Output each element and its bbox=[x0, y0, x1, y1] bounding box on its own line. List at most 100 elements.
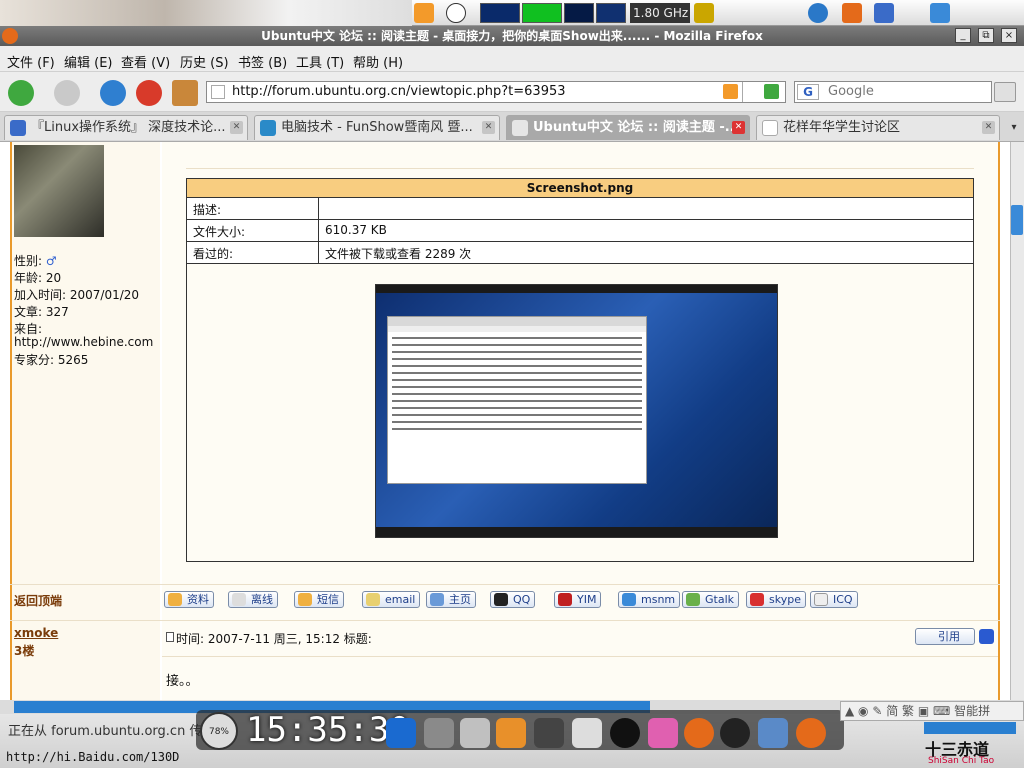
text-line bbox=[392, 372, 642, 374]
trash-icon[interactable] bbox=[460, 718, 490, 748]
tab-funshow[interactable]: 电脑技术 - FunShow暨南风 暨... ✕ bbox=[254, 115, 500, 140]
message-icon bbox=[298, 593, 312, 606]
forward-icon[interactable] bbox=[54, 80, 80, 106]
input-method-bar[interactable]: ▲ ◉ ✎ 简 繁 ▣ ⌨ 智能拼 bbox=[840, 701, 1024, 721]
attachment-row: 文件大小: 610.37 KB bbox=[186, 220, 974, 242]
msn-button[interactable]: msnm bbox=[618, 591, 681, 608]
menu-bookmarks[interactable]: 书签 (B) bbox=[238, 52, 287, 71]
tab-label: 『Linux操作系统』 深度技术论... bbox=[31, 120, 226, 135]
button-label: 离线 bbox=[251, 593, 273, 606]
homepage-button[interactable]: 主页 bbox=[426, 591, 476, 608]
skype-button[interactable]: skype bbox=[746, 591, 806, 608]
page-icon bbox=[762, 120, 778, 136]
paint-icon[interactable] bbox=[648, 718, 678, 748]
desktop-switcher-icon[interactable] bbox=[930, 3, 950, 23]
load-monitor[interactable] bbox=[596, 3, 626, 23]
firefox-icon[interactable] bbox=[684, 718, 714, 748]
close-button[interactable]: × bbox=[1001, 28, 1017, 43]
tab-close-icon[interactable]: ✕ bbox=[982, 121, 995, 134]
text-line bbox=[392, 379, 642, 381]
site-icon bbox=[260, 120, 276, 136]
settings-icon[interactable] bbox=[496, 718, 526, 748]
skype-icon bbox=[750, 593, 764, 606]
rss-icon[interactable] bbox=[723, 84, 738, 99]
text-line bbox=[392, 414, 642, 416]
vertical-scroll-thumb[interactable] bbox=[1011, 205, 1023, 235]
qq-button[interactable]: QQ bbox=[490, 591, 536, 608]
amarok-icon[interactable] bbox=[610, 718, 640, 748]
text-line bbox=[392, 421, 642, 423]
tab-linux-forum[interactable]: 『Linux操作系统』 深度技术论... ✕ bbox=[4, 115, 248, 140]
gtalk-button[interactable]: Gtalk bbox=[682, 591, 740, 608]
divider bbox=[10, 584, 1000, 585]
battery-icon[interactable] bbox=[694, 3, 714, 23]
minimize-button[interactable]: _ bbox=[955, 28, 971, 43]
tab-close-icon[interactable]: ✕ bbox=[230, 121, 243, 134]
profile-joined: 加入时间: 2007/01/20 bbox=[14, 288, 140, 302]
memory-monitor[interactable] bbox=[522, 3, 562, 23]
goldfish-icon[interactable] bbox=[414, 3, 434, 23]
stop-icon[interactable] bbox=[136, 80, 162, 106]
qq-penguin-icon[interactable] bbox=[720, 718, 750, 748]
speaker-icon[interactable] bbox=[424, 718, 454, 748]
menu-file[interactable]: 文件 (F) bbox=[7, 52, 55, 71]
menu-history[interactable]: 历史 (S) bbox=[180, 52, 229, 71]
firefox-icon[interactable] bbox=[796, 718, 826, 748]
tab-close-icon[interactable]: ✕ bbox=[732, 121, 745, 134]
menu-view[interactable]: 查看 (V) bbox=[121, 52, 170, 71]
cpu-monitor[interactable] bbox=[564, 3, 594, 23]
panel-wallpaper-photo bbox=[0, 0, 412, 26]
menu-edit[interactable]: 编辑 (E) bbox=[64, 52, 113, 71]
post-options-icon[interactable] bbox=[979, 629, 994, 644]
search-input[interactable] bbox=[794, 81, 992, 103]
offline-button[interactable]: 离线 bbox=[228, 591, 278, 608]
url-text[interactable]: http://forum.ubuntu.org.cn/viewtopic.php… bbox=[232, 84, 566, 99]
url-dropdown-icon[interactable] bbox=[742, 82, 760, 102]
firefox-icon[interactable] bbox=[842, 3, 862, 23]
post-time: 时间: 2007-7-11 周三, 15:12 标题: bbox=[176, 632, 372, 646]
attachment-row: 描述: bbox=[186, 198, 974, 220]
cpu-gauge[interactable]: 78% bbox=[200, 712, 238, 750]
tab-student-forum[interactable]: 花样年华学生讨论区 ✕ bbox=[756, 115, 1000, 140]
button-label: skype bbox=[769, 593, 801, 606]
icq-button[interactable]: ICQ bbox=[810, 591, 858, 608]
menu-help[interactable]: 帮助 (H) bbox=[353, 52, 403, 71]
back-to-top-link[interactable]: 返回顶端 bbox=[14, 592, 62, 609]
network-monitor[interactable] bbox=[480, 3, 520, 23]
home-icon[interactable] bbox=[172, 80, 198, 106]
firefox-window-icon[interactable] bbox=[2, 28, 18, 44]
search-placeholder[interactable]: Google bbox=[828, 84, 874, 99]
attachment-row: 看过的: 文件被下载或查看 2289 次 bbox=[186, 242, 974, 264]
google-engine-icon[interactable]: G bbox=[797, 84, 819, 100]
search-icon[interactable] bbox=[994, 82, 1016, 102]
tab-list-icon[interactable]: ▾ bbox=[1006, 118, 1022, 138]
eyes-icon[interactable] bbox=[446, 3, 466, 23]
text-editor-icon[interactable] bbox=[572, 718, 602, 748]
profile-button[interactable]: 资料 bbox=[164, 591, 214, 608]
cpu-frequency[interactable]: 1.80 GHz bbox=[630, 3, 690, 23]
text-line bbox=[392, 344, 642, 346]
go-icon[interactable] bbox=[764, 84, 779, 99]
avatar bbox=[14, 145, 104, 237]
yim-button[interactable]: YIM bbox=[554, 591, 602, 608]
cell-divider bbox=[318, 198, 319, 219]
tab-ubuntu-forum[interactable]: Ubuntu中文 论坛 :: 阅读主题 -... ✕ bbox=[506, 115, 750, 140]
maximize-button[interactable]: ⧉ bbox=[978, 28, 994, 43]
back-icon[interactable] bbox=[8, 80, 34, 106]
profile-posts: 文章: 327 bbox=[14, 305, 69, 319]
reload-icon[interactable] bbox=[100, 80, 126, 106]
pm-button[interactable]: 短信 bbox=[294, 591, 344, 608]
menu-tools[interactable]: 工具 (T) bbox=[296, 52, 344, 71]
post-body-text: 接。。 bbox=[166, 674, 199, 689]
tab-close-icon[interactable]: ✕ bbox=[482, 121, 495, 134]
quote-button[interactable]: 引用 bbox=[915, 628, 975, 645]
system-monitor-icon[interactable] bbox=[386, 718, 416, 748]
network-wifi-icon[interactable] bbox=[808, 3, 828, 23]
terminal-icon[interactable] bbox=[534, 718, 564, 748]
profile-score: 专家分: 5265 bbox=[14, 353, 89, 367]
email-button[interactable]: email bbox=[362, 591, 421, 608]
post-author-link[interactable]: xmoke bbox=[14, 626, 58, 640]
page-icon bbox=[512, 120, 528, 136]
mobile-icon[interactable] bbox=[874, 3, 894, 23]
media-icon[interactable] bbox=[758, 718, 788, 748]
